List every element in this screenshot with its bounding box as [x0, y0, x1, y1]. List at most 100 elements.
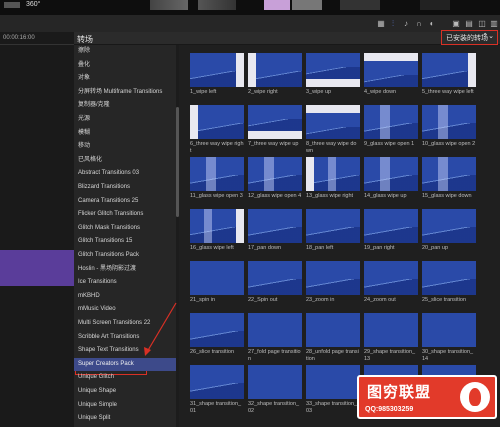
transition-tile[interactable]: 12_glass wipe open 4: [248, 157, 302, 200]
sidebar-category-item[interactable]: Glitch Mask Transitions: [74, 222, 176, 235]
transition-thumbnail[interactable]: [248, 105, 302, 139]
sidebar-category-item[interactable]: Flicker Glitch Transitions: [74, 208, 176, 221]
transition-tile[interactable]: 11_glass wipe open 3: [190, 157, 244, 200]
transition-tile[interactable]: 22_Spin out: [248, 261, 302, 304]
transition-tile[interactable]: 9_glass wipe open 1: [364, 105, 418, 148]
sidebar-category-item[interactable]: Shape Text Transitions: [74, 344, 176, 357]
timeline-clip[interactable]: [0, 250, 74, 286]
transition-thumbnail[interactable]: [190, 365, 244, 399]
grid-view-icon[interactable]: ▦: [376, 19, 386, 28]
transition-thumbnail[interactable]: [364, 105, 418, 139]
transition-tile[interactable]: 26_slice transition: [190, 313, 244, 356]
sidebar-category-item[interactable]: Multi Screen Transitions 22: [74, 317, 176, 330]
sidebar-category-item[interactable]: mKBHD: [74, 290, 176, 303]
transition-tile[interactable]: 15_glass wipe down: [422, 157, 476, 200]
transition-tile[interactable]: 28_unfold page transition: [306, 313, 360, 363]
transition-thumbnail[interactable]: [190, 313, 244, 347]
sidebar-category-item[interactable]: 模糊: [74, 127, 176, 140]
transition-tile[interactable]: 20_pan up: [422, 209, 476, 252]
sidebar-category-item[interactable]: Scribble Art Transitions: [74, 331, 176, 344]
transition-tile[interactable]: 27_fold page transition: [248, 313, 302, 363]
transition-tile[interactable]: 33_shape transition_03: [306, 365, 360, 415]
transition-tile[interactable]: 6_three way wipe right: [190, 105, 244, 155]
transition-tile[interactable]: 29_shape transition_13: [364, 313, 418, 363]
transition-tile[interactable]: 13_glass wipe right: [306, 157, 360, 200]
toggle-icon[interactable]: ◐: [427, 19, 437, 28]
clapper-icon[interactable]: ▣: [451, 19, 461, 28]
transition-thumbnail[interactable]: [422, 209, 476, 243]
transition-tile[interactable]: 25_slice transition: [422, 261, 476, 304]
sidebar-category-item[interactable]: Unique Shape: [74, 385, 176, 398]
sidebar-category-item[interactable]: 已风格化: [74, 154, 176, 167]
filmstrip-thumb[interactable]: [264, 0, 290, 10]
transition-tile[interactable]: 23_zoom in: [306, 261, 360, 304]
transition-thumbnail[interactable]: [248, 261, 302, 295]
transition-tile[interactable]: 2_wipe right: [248, 53, 302, 96]
transition-tile[interactable]: 16_glass wipe left: [190, 209, 244, 252]
sidebar-category-item[interactable]: Unique Split: [74, 412, 176, 425]
filmstrip-thumb[interactable]: [292, 0, 322, 10]
transition-tile[interactable]: 31_shape transition_01: [190, 365, 244, 415]
sidebar-category-item[interactable]: 复制器/克隆: [74, 99, 176, 112]
filmstrip-thumb[interactable]: [150, 0, 188, 10]
sidebar-category-item[interactable]: Blizzard Transitions: [74, 181, 176, 194]
transition-thumbnail[interactable]: [248, 365, 302, 399]
sidebar-category-item[interactable]: Glitch Transitions 15: [74, 235, 176, 248]
transition-tile[interactable]: 14_glass wipe up: [364, 157, 418, 200]
sidebar-category-item[interactable]: Unique Glitch: [74, 371, 176, 384]
transition-thumbnail[interactable]: [248, 209, 302, 243]
transition-thumbnail[interactable]: [248, 53, 302, 87]
transition-thumbnail[interactable]: [364, 53, 418, 87]
sidebar-category-item[interactable]: 对象: [74, 72, 176, 85]
inspector-icon[interactable]: ▥: [489, 19, 499, 28]
transition-tile[interactable]: 32_shape transition_02: [248, 365, 302, 415]
sidebar-category-item[interactable]: 移动: [74, 140, 176, 153]
transition-tile[interactable]: 4_wipe down: [364, 53, 418, 96]
transition-tile[interactable]: 17_pan down: [248, 209, 302, 252]
transition-thumbnail[interactable]: [190, 105, 244, 139]
transition-thumbnail[interactable]: [422, 261, 476, 295]
sidebar-category-item[interactable]: Unique Simple: [74, 399, 176, 412]
sidebar-category-item[interactable]: Glitch Transitions Pack: [74, 249, 176, 262]
sidebar-category-item[interactable]: 擦除: [74, 45, 176, 58]
transition-tile[interactable]: 3_wipe up: [306, 53, 360, 96]
transition-thumbnail[interactable]: [422, 105, 476, 139]
transition-thumbnail[interactable]: [422, 53, 476, 87]
transition-tile[interactable]: 10_glass wipe open 2: [422, 105, 476, 148]
audio-icon[interactable]: ♪: [401, 19, 411, 28]
transition-thumbnail[interactable]: [190, 261, 244, 295]
transition-thumbnail[interactable]: [190, 157, 244, 191]
transition-thumbnail[interactable]: [190, 53, 244, 87]
transition-thumbnail[interactable]: [364, 209, 418, 243]
transition-thumbnail[interactable]: [422, 157, 476, 191]
sidebar-category-item[interactable]: 叠化: [74, 59, 176, 72]
filter-icon[interactable]: ⫶: [388, 19, 398, 28]
transition-thumbnail[interactable]: [306, 105, 360, 139]
sidebar-category-item[interactable]: Abstract Transitions 03: [74, 167, 176, 180]
sidebar-category-item[interactable]: 光源: [74, 113, 176, 126]
transition-thumbnail[interactable]: [248, 157, 302, 191]
transition-thumbnail[interactable]: [306, 53, 360, 87]
transition-tile[interactable]: 21_spin in: [190, 261, 244, 304]
transition-thumbnail[interactable]: [306, 157, 360, 191]
sidebar-category-item[interactable]: Super Creators Pack: [74, 357, 176, 371]
transition-thumbnail[interactable]: [364, 261, 418, 295]
transition-tile[interactable]: 5_three way wipe left: [422, 53, 476, 96]
sidebar-category-item[interactable]: Hoslin - 黑场阴影过渡: [74, 263, 176, 276]
headphones-icon[interactable]: ∩: [414, 19, 424, 28]
transition-tile[interactable]: 8_three way wipe down: [306, 105, 360, 155]
zoom-icon[interactable]: ◫: [477, 19, 487, 28]
film-icon[interactable]: ▤: [464, 19, 474, 28]
transition-thumbnail[interactable]: [364, 157, 418, 191]
transition-thumbnail[interactable]: [306, 209, 360, 243]
transition-tile[interactable]: 18_pan left: [306, 209, 360, 252]
transition-tile[interactable]: 1_wipe left: [190, 53, 244, 96]
installed-transitions-dropdown[interactable]: 已安装的转场 ⌃⌄: [441, 30, 498, 45]
transition-tile[interactable]: 30_shape transition_14: [422, 313, 476, 363]
transition-tile[interactable]: 19_pan right: [364, 209, 418, 252]
transition-thumbnail[interactable]: [364, 313, 418, 347]
filmstrip-thumb[interactable]: [340, 0, 380, 10]
filmstrip-thumb[interactable]: [420, 0, 450, 10]
transition-thumbnail[interactable]: [248, 313, 302, 347]
transition-thumbnail[interactable]: [190, 209, 244, 243]
